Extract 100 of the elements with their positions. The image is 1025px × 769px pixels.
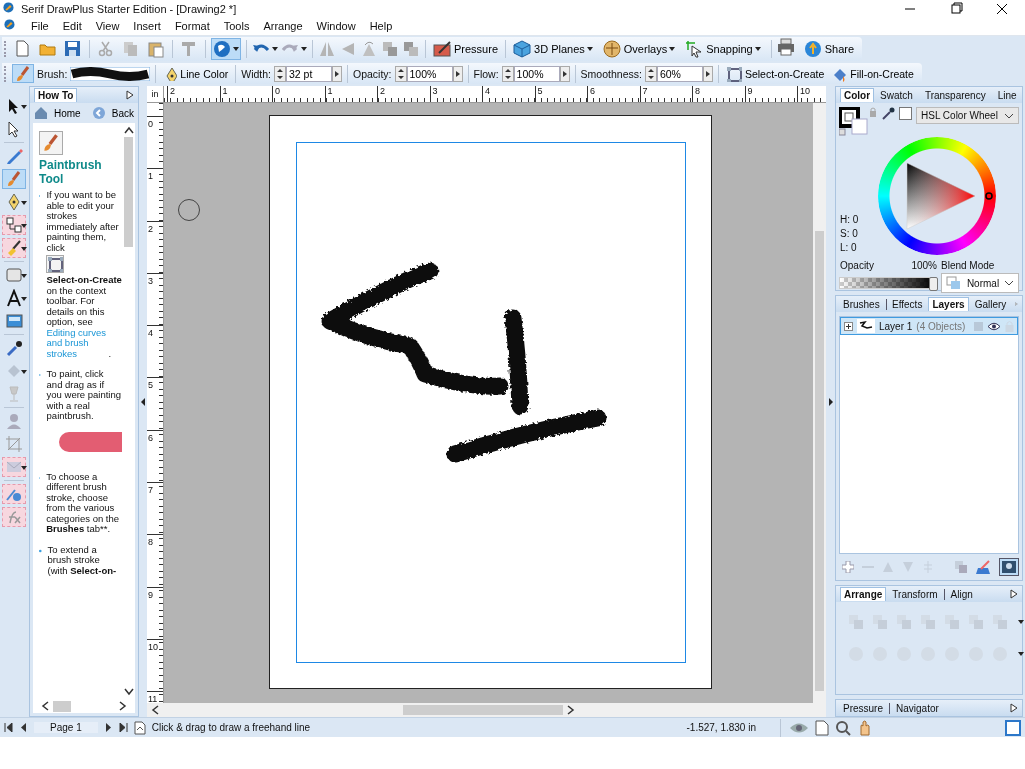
expand-icon[interactable] [1010,703,1018,713]
menu-item[interactable]: Tools [216,20,257,32]
scroll-right-icon[interactable] [567,705,575,715]
envelope-tool[interactable] [2,457,26,477]
scrollbar-thumb[interactable] [53,700,71,712]
expand-icon[interactable] [1010,589,1018,599]
panel-tab[interactable]: Pressure [840,701,886,715]
previous-page-icon[interactable] [19,723,28,732]
panel-tab[interactable]: Navigator [893,701,942,715]
scrollbar-thumb[interactable] [124,137,133,247]
status-hint: Click & drag to draw a freehand line [151,722,311,733]
globe-button[interactable] [211,37,241,60]
collapse-arrow-icon[interactable] [141,397,145,406]
page-icon[interactable] [815,719,829,736]
toolbar-button[interactable]: Overlays [600,39,681,58]
crop-icon [5,435,23,453]
menu-item[interactable]: Arrange [256,20,310,32]
panel-tab[interactable]: Effects [889,297,926,311]
eye-icon[interactable] [987,321,1001,331]
menu-item[interactable]: Help [362,20,400,32]
menu-item[interactable]: Insert [126,20,168,32]
number-field[interactable]: 60% [656,65,703,82]
page-indicator[interactable]: Page 1 [34,722,98,733]
blend-mode-dropdown[interactable]: Normal [941,273,1019,293]
layer-row[interactable]: Layer 1 (4 Objects) [840,317,1018,335]
spinner-icon[interactable] [274,65,286,82]
menu-item[interactable]: Format [167,20,217,32]
scroll-left-icon[interactable] [151,705,159,715]
scroll-left-icon[interactable] [41,701,49,711]
paint-brush-tool[interactable] [2,238,26,258]
menu-item[interactable]: Window [309,20,363,32]
panel-tab[interactable]: Brushes [840,297,883,311]
panel-tab[interactable]: Transparency [921,88,989,102]
scroll-down-icon[interactable] [123,688,134,696]
scrollbar-thumb[interactable] [403,705,563,715]
rectangle-icon [5,266,23,284]
connector-tool[interactable] [2,215,26,235]
color-triangle[interactable] [906,162,976,230]
cube-icon [513,39,532,58]
slider-popup-icon[interactable] [332,65,342,82]
field-label: Flow: [473,67,499,80]
edit-layer-icon[interactable] [975,559,991,575]
toolbar-button[interactable]: Snapping [683,39,766,58]
panel-tab[interactable]: Layers [928,297,969,311]
paintbrush-button[interactable] [12,64,34,83]
line-color-button[interactable]: Line Color [161,66,231,81]
collapse-arrow-icon[interactable] [828,397,833,406]
help-link[interactable]: Editing curves and brush strokes [46,327,109,359]
mode-dropdown[interactable]: HSL Color Wheel [916,107,1019,124]
first-page-icon[interactable] [4,723,13,732]
menu-item[interactable]: Edit [55,20,89,32]
color-swatch[interactable] [899,107,912,120]
ruler-label: 8 [148,537,153,548]
page-view-icon[interactable] [1005,719,1021,736]
number-field[interactable]: 32 pt [286,65,332,82]
scroll-up-icon[interactable] [123,126,134,134]
opacity-slider[interactable] [839,277,935,289]
toolbar-button[interactable]: Share [801,39,857,58]
slider-thumb[interactable] [929,277,938,291]
panel-tab[interactable]: Color [840,88,875,102]
ruler-label: 6 [590,86,595,98]
number-field[interactable]: 100% [406,65,453,82]
panel-tab[interactable]: Transform [889,587,941,601]
menu-item[interactable]: File [24,20,56,32]
line-fill-swatch-icon[interactable] [839,107,869,137]
panel-tab[interactable]: Swatch [877,88,916,102]
slider-popup-icon[interactable] [452,65,463,82]
next-page-icon[interactable] [103,723,113,732]
back-button[interactable]: Back [89,106,136,120]
toolbar-button[interactable]: 3D Planes [511,39,598,58]
panel-tab[interactable]: Gallery [971,297,1010,311]
slider-popup-icon[interactable] [702,65,713,82]
toggle-button[interactable]: Select-on-Create [723,65,827,82]
layer-view-button[interactable] [999,558,1019,576]
eyedropper-icon[interactable] [881,107,895,121]
toggle-button[interactable]: Fill-on-Create [829,65,916,82]
spinner-icon[interactable] [501,65,514,82]
hue-handle-icon[interactable] [985,192,993,200]
scroll-right-icon[interactable] [119,701,127,711]
menu-item[interactable]: View [88,20,127,32]
spinner-icon[interactable] [644,65,657,82]
number-field[interactable]: 100% [513,65,560,82]
copy-icon [122,39,140,58]
slider-popup-icon[interactable] [559,65,570,82]
toolbar-button[interactable]: Pressure [431,39,501,58]
zoom-icon[interactable] [835,719,851,736]
spinner-icon[interactable] [394,65,407,82]
expand-icon[interactable] [844,321,853,331]
picture-icon [5,312,23,330]
scrollbar-thumb[interactable] [815,231,824,691]
panel-tab[interactable]: Align [947,587,976,601]
brush-preview[interactable] [70,66,151,81]
effects-tool[interactable] [2,484,26,504]
home-button[interactable]: Home [32,106,83,120]
last-page-icon[interactable] [118,723,128,732]
panel-tab[interactable]: Line [994,88,1020,102]
panel-tab[interactable]: How To [34,88,78,102]
panel-tab[interactable]: Arrange [840,587,887,601]
expand-icon[interactable] [126,90,134,100]
hand-icon[interactable] [857,719,873,736]
